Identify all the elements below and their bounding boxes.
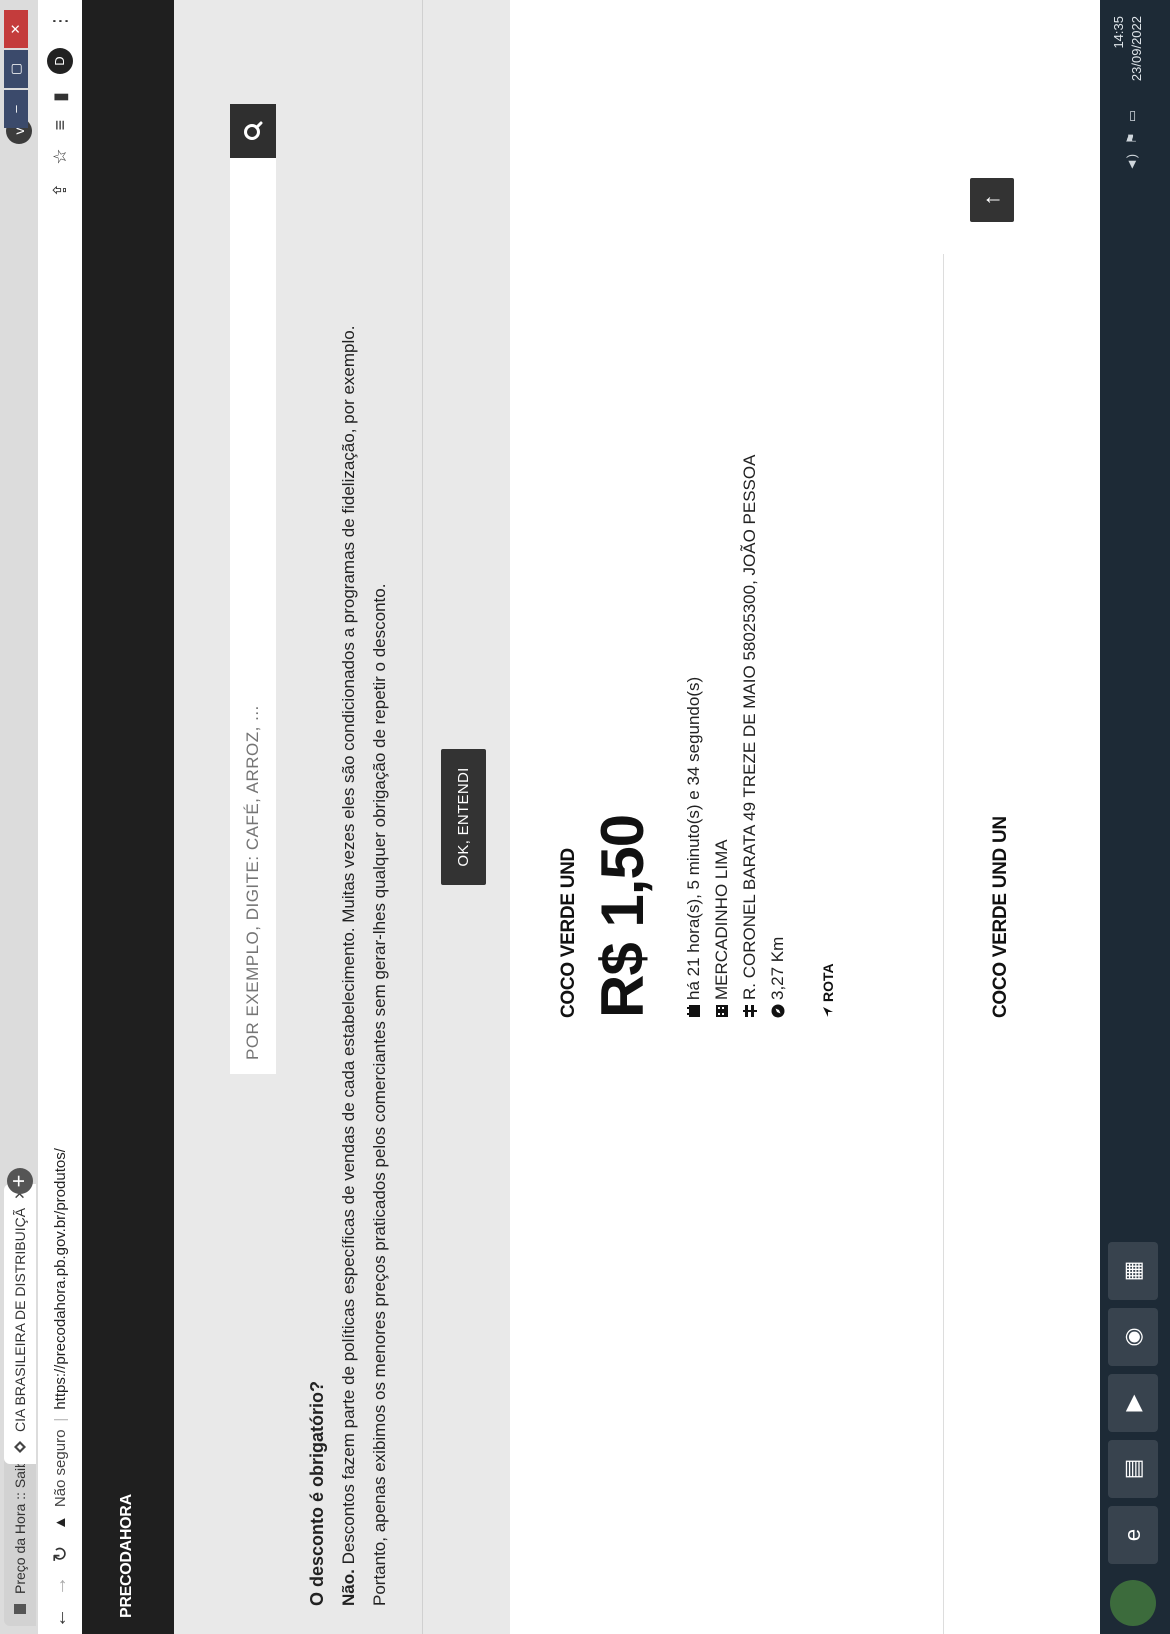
store-name: MERCADINHO LIMA <box>712 839 731 1000</box>
address-bar[interactable]: ▲ Não seguro | https://precodahora.pb.go… <box>45 250 75 1530</box>
faq-note: Portanto, apenas exibimos os menores pre… <box>370 583 389 1606</box>
building-icon <box>716 1005 728 1017</box>
maximize-icon[interactable]: ▢ <box>4 50 28 88</box>
product-price: R$ 1,50 <box>589 814 656 1018</box>
file-explorer-icon[interactable]: ▤ <box>1108 1440 1158 1498</box>
faq-question: O desconto é obrigatório? <box>307 1380 327 1606</box>
navigation-arrow-icon <box>823 1007 833 1017</box>
notepad-icon[interactable]: ▦ <box>1108 1242 1158 1300</box>
faq-answer-text: Descontos fazem parte de políticas espec… <box>339 325 358 1570</box>
reload-icon[interactable]: ↻ <box>48 1538 73 1570</box>
toolbar-icons: ⇪ ☆ ≡ ▮ D ⋮ <box>47 0 73 198</box>
result-divider <box>943 254 944 1634</box>
tab-label: CIA BRASILEIRA DE DISTRIBUIÇÃ <box>12 1207 28 1432</box>
bookmark-star-icon[interactable]: ☆ <box>50 148 71 164</box>
product-name[interactable]: COCO VERDE UND <box>558 848 580 1018</box>
compass-icon <box>771 1004 785 1018</box>
search-input[interactable] <box>230 158 276 1074</box>
tab-preco-da-hora[interactable]: Preço da Hora :: Saiba onde co ✕ <box>4 1456 36 1626</box>
forward-arrow-icon[interactable]: → <box>49 1570 72 1602</box>
diamond-favicon-icon <box>14 1441 26 1453</box>
chrome-icon[interactable]: ◉ <box>1108 1308 1158 1366</box>
calendar-icon <box>687 1005 700 1017</box>
search-icon <box>244 121 263 140</box>
tab-label: Preço da Hora :: Saiba onde co <box>12 1456 28 1594</box>
back-arrow-icon[interactable]: ← <box>49 1602 72 1634</box>
media-player-icon[interactable]: ▶ <box>1108 1374 1158 1432</box>
search-bar <box>230 104 276 1074</box>
volume-icon[interactable]: ◄) <box>1124 154 1140 171</box>
warning-icon: ▲ <box>51 1515 69 1530</box>
close-window-icon[interactable]: ✕ <box>4 10 28 48</box>
address-row: R. CORONEL BARATA 49 TREZE DE MAIO 58025… <box>736 455 764 1018</box>
system-tray: ◄) ⚑ ▭ <box>1124 110 1140 171</box>
new-tab-button[interactable]: + <box>6 1168 33 1194</box>
windows-taskbar: e ▤ ▶ ◉ ▦ ◄) ⚑ ▭ 14:35 23/09/2022 <box>1100 0 1170 1634</box>
results-list: COCO VERDE UND R$ 1,50 há 21 hora(s), 5 … <box>510 0 1100 1634</box>
tab-cia-brasileira[interactable]: CIA BRASILEIRA DE DISTRIBUIÇÃ ✕ <box>4 1184 36 1464</box>
back-to-top-button[interactable]: ↑ <box>970 178 1014 222</box>
product-name[interactable]: COCO VERDE UND UN <box>990 816 1012 1018</box>
result-details: há 21 hora(s), 5 minuto(s) e 34 segundo(… <box>680 455 792 1018</box>
start-button-icon[interactable] <box>1110 1580 1156 1626</box>
profile-avatar[interactable]: D <box>47 48 73 74</box>
clock-time: 14:35 <box>1111 16 1126 49</box>
time-ago-row: há 21 hora(s), 5 minuto(s) e 34 segundo(… <box>680 455 708 1018</box>
search-button[interactable] <box>230 104 276 158</box>
flag-icon[interactable]: ⚑ <box>1124 132 1140 144</box>
ok-understood-button[interactable]: OK, ENTENDI <box>441 749 486 885</box>
clock[interactable]: 14:35 23/09/2022 <box>1110 16 1146 81</box>
browser-toolbar: ← → ↻ ▲ Não seguro | https://precodahora… <box>38 0 82 1634</box>
window-controls: – ▢ ✕ <box>4 10 28 128</box>
faq-answer-bold: Não. <box>339 1569 358 1606</box>
network-icon[interactable]: ▭ <box>1124 110 1140 122</box>
separator: | <box>51 1417 69 1422</box>
url-text: https://precodahora.pb.gov.br/produtos/ <box>51 1148 69 1410</box>
clock-date: 23/09/2022 <box>1129 16 1144 82</box>
route-link[interactable]: ROTA <box>820 963 836 1018</box>
minimize-icon[interactable]: – <box>4 90 28 128</box>
store-address: R. CORONEL BARATA 49 TREZE DE MAIO 58025… <box>740 454 759 1000</box>
site-brand[interactable]: PRECODAHORA <box>118 1494 136 1618</box>
faq-answer: Não. Descontos fazem parte de políticas … <box>333 46 364 1606</box>
reading-list-icon[interactable]: ≡ <box>50 120 71 131</box>
side-panel-icon[interactable]: ▮ <box>50 92 71 102</box>
distance-text: 3,27 Km <box>768 936 787 1000</box>
page-favicon-icon <box>14 1604 26 1614</box>
rotated-screen: Preço da Hora :: Saiba onde co ✕ CIA BRA… <box>0 0 1170 1634</box>
result-card: COCO VERDE UND R$ 1,50 há 21 hora(s), 5 … <box>510 0 1040 1634</box>
route-label: ROTA <box>820 963 836 1002</box>
store-row: MERCADINHO LIMA <box>708 455 736 1018</box>
distance-row: 3,27 Km <box>764 455 792 1018</box>
notice-panel: O desconto é obrigatório? Não. Descontos… <box>174 0 510 1634</box>
share-icon[interactable]: ⇪ <box>50 183 71 198</box>
menu-dots-icon[interactable]: ⋮ <box>50 12 71 30</box>
time-ago-text: há 21 hora(s), 5 minuto(s) e 34 segundo(… <box>684 676 703 1000</box>
browser-tab-strip: Preço da Hora :: Saiba onde co ✕ CIA BRA… <box>0 0 38 1634</box>
road-sign-icon <box>743 1005 757 1017</box>
site-header: PRECODAHORA <box>82 0 174 1634</box>
security-label: Não seguro <box>51 1429 69 1508</box>
ok-button-row: OK, ENTENDI <box>422 0 486 1634</box>
internet-explorer-icon[interactable]: e <box>1108 1506 1158 1564</box>
discount-faq: O desconto é obrigatório? Não. Descontos… <box>302 46 395 1606</box>
